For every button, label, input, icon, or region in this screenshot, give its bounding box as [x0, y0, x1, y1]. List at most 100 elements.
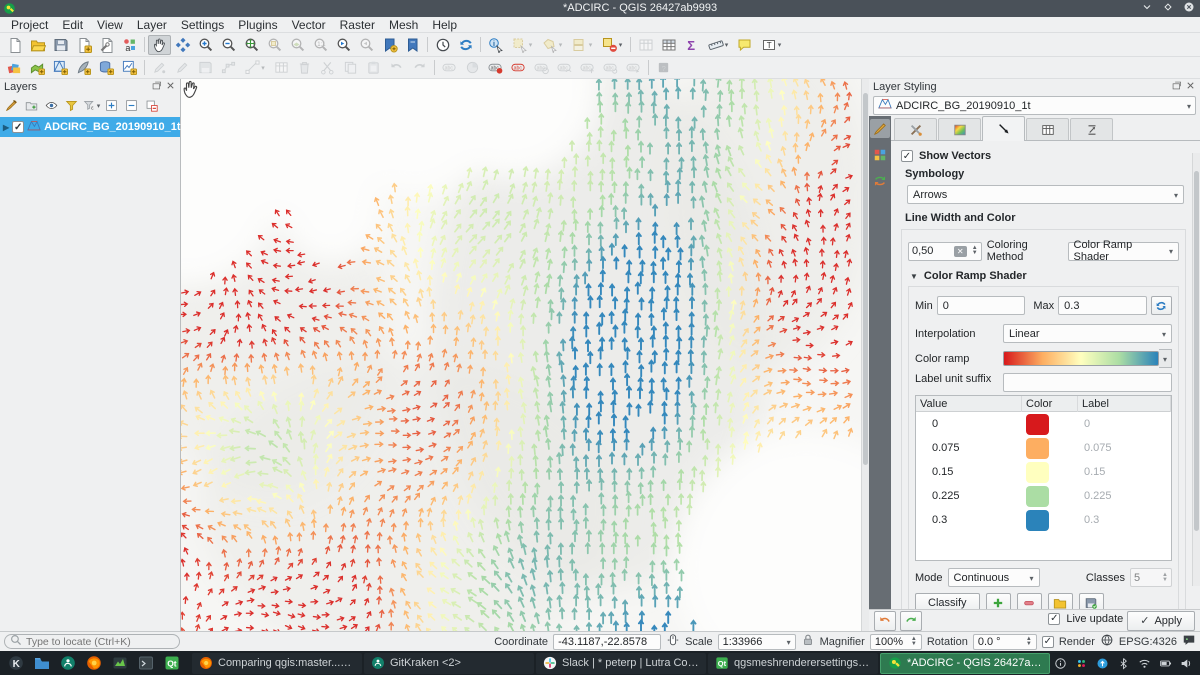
table-row[interactable]: 0.150.15 — [916, 460, 1171, 484]
color-swatch[interactable] — [1026, 486, 1049, 507]
class-value[interactable]: 0.225 — [916, 490, 1022, 502]
zoom-to-layer-button[interactable] — [286, 35, 309, 55]
locate-box[interactable] — [4, 634, 180, 649]
color-swatch[interactable] — [1026, 462, 1049, 483]
menu-vector[interactable]: Vector — [285, 18, 333, 32]
redo-button[interactable] — [408, 58, 431, 78]
symbology-badge-icon[interactable] — [870, 119, 890, 138]
info-tray-icon[interactable] — [1053, 657, 1068, 670]
temporal-controller-button[interactable] — [431, 35, 454, 55]
firefox-launcher[interactable] — [81, 652, 107, 674]
select-polygon-button[interactable] — [537, 35, 567, 55]
add-mesh-layer-button[interactable] — [49, 58, 72, 78]
menu-help[interactable]: Help — [425, 18, 464, 32]
update-tray-icon[interactable] — [1095, 657, 1110, 670]
scale-combo[interactable]: 1:33966 — [718, 634, 796, 650]
class-value[interactable]: 0.3 — [916, 514, 1022, 526]
symbology-combo[interactable]: Arrows — [907, 185, 1184, 204]
select-by-form-button[interactable] — [567, 35, 597, 55]
crs-value[interactable]: EPSG:4326 — [1119, 636, 1177, 648]
zoom-next-button[interactable] — [355, 35, 378, 55]
project-save-button[interactable] — [49, 35, 72, 55]
zoom-in-button[interactable] — [194, 35, 217, 55]
label-highlight-button[interactable]: abc — [530, 58, 553, 78]
class-value[interactable]: 0 — [916, 418, 1022, 430]
class-color[interactable] — [1022, 438, 1078, 459]
labeling-options-button[interactable]: abc — [438, 58, 461, 78]
add-wms-layer-button[interactable] — [118, 58, 141, 78]
class-value[interactable]: 0.15 — [916, 466, 1022, 478]
menu-edit[interactable]: Edit — [55, 18, 90, 32]
undo-button[interactable] — [385, 58, 408, 78]
min-input[interactable]: 0 — [937, 296, 1026, 315]
project-new-button[interactable] — [3, 35, 26, 55]
menu-raster[interactable]: Raster — [333, 18, 382, 32]
class-color[interactable] — [1022, 510, 1078, 531]
color-ramp-menu[interactable] — [1159, 349, 1172, 368]
locate-input[interactable] — [26, 636, 166, 648]
lock-icon[interactable] — [801, 633, 815, 650]
class-value[interactable]: 0.075 — [916, 442, 1022, 454]
task-firefox[interactable]: Comparing qgis:master...vcl... — [192, 653, 362, 674]
close-panel-icon[interactable] — [1185, 80, 1196, 94]
attributes-table-button[interactable] — [657, 35, 680, 55]
collapse-arrow-icon[interactable]: ▼ — [910, 272, 918, 281]
class-color[interactable] — [1022, 486, 1078, 507]
map-canvas[interactable] — [181, 79, 861, 631]
mode-combo[interactable]: Continuous — [948, 568, 1040, 587]
max-input[interactable]: 0.3 — [1058, 296, 1147, 315]
close-button[interactable] — [1183, 1, 1195, 13]
float-panel-icon[interactable] — [151, 80, 162, 94]
vertex-tool-button[interactable] — [240, 58, 270, 78]
maximize-button[interactable] — [1162, 1, 1174, 13]
task-qgis[interactable]: *ADCIRC - QGIS 26427ab9993 — [880, 653, 1050, 674]
col-label[interactable]: Label — [1078, 396, 1171, 412]
copy-features-button[interactable] — [339, 58, 362, 78]
collapse-all-button[interactable] — [122, 97, 141, 114]
project-open-button[interactable] — [26, 35, 49, 55]
minimize-button[interactable] — [1141, 1, 1153, 13]
zoom-out-button[interactable] — [217, 35, 240, 55]
tab-rendering[interactable] — [1026, 118, 1069, 140]
wifi-tray-icon[interactable] — [1137, 657, 1152, 670]
menu-layer[interactable]: Layer — [130, 18, 174, 32]
load-ramp-button[interactable] — [1048, 593, 1073, 609]
new-bookmark-button[interactable] — [378, 35, 401, 55]
messages-icon[interactable] — [1182, 633, 1196, 650]
tab-contours[interactable] — [938, 118, 981, 140]
label-pin-button[interactable]: abc — [484, 58, 507, 78]
apply-button[interactable]: Apply — [1127, 611, 1195, 631]
history-badge-icon[interactable] — [870, 171, 890, 190]
kde-menu-launcher[interactable]: K — [3, 652, 29, 674]
color-swatch[interactable] — [1026, 414, 1049, 435]
modify-attributes-button[interactable] — [270, 58, 293, 78]
save-ramp-button[interactable] — [1079, 593, 1104, 609]
label-move-button[interactable]: abc — [576, 58, 599, 78]
magnifier-spinbox[interactable]: 100% — [870, 634, 922, 650]
class-label[interactable]: 0.225 — [1078, 490, 1171, 502]
color-swatch[interactable] — [1026, 438, 1049, 459]
col-color[interactable]: Color — [1022, 396, 1078, 412]
qt-creator-launcher[interactable]: Qt — [159, 652, 185, 674]
bluetooth-tray-icon[interactable] — [1116, 657, 1131, 670]
remove-layer-button[interactable] — [142, 97, 161, 114]
table-row[interactable]: 0.30.3 — [916, 508, 1171, 532]
data-source-manager-button[interactable] — [3, 58, 26, 78]
label-unit-suffix-input[interactable] — [1003, 373, 1172, 392]
diagram-badge-icon[interactable] — [870, 145, 890, 164]
coloring-method-combo[interactable]: Color Ramp Shader — [1068, 242, 1180, 261]
text-annotation-button[interactable]: T — [756, 35, 786, 55]
new-layout-button[interactable] — [72, 35, 95, 55]
open-table-button[interactable] — [634, 35, 657, 55]
spin-arrows[interactable] — [972, 243, 978, 260]
task-gitkraken[interactable]: GitKraken <2> — [364, 653, 534, 674]
select-features-button[interactable] — [507, 35, 537, 55]
layout-manager-button[interactable] — [95, 35, 118, 55]
media-player-launcher[interactable] — [107, 652, 133, 674]
add-delimited-text-button[interactable] — [72, 58, 95, 78]
classify-button[interactable]: Classify — [915, 593, 980, 609]
live-update-checkbox[interactable] — [1048, 613, 1060, 625]
float-panel-icon[interactable] — [1171, 80, 1182, 94]
label-unpin-button[interactable]: abc — [507, 58, 530, 78]
classes-spinbox[interactable]: 5 — [1130, 568, 1172, 587]
